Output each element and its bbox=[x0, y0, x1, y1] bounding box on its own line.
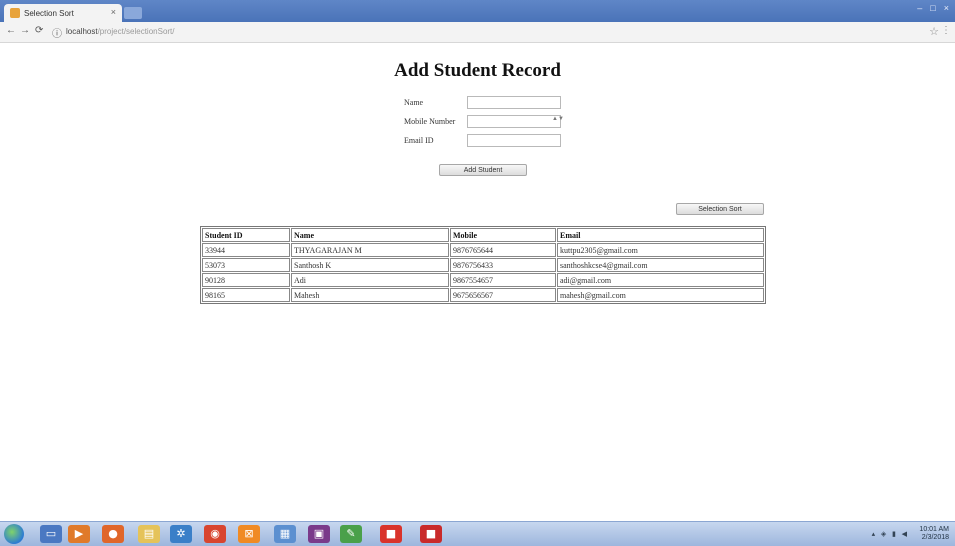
cell-email: mahesh@gmail.com bbox=[557, 288, 764, 302]
cell-student-id: 53073 bbox=[202, 258, 290, 272]
address-bar[interactable]: localhost/project/selectionSort/ bbox=[66, 25, 916, 39]
new-tab-button[interactable] bbox=[124, 7, 142, 19]
site-info-icon[interactable]: ⓘ bbox=[52, 25, 62, 40]
close-window-icon[interactable]: × bbox=[944, 3, 949, 13]
taskbar: ▭ ▶ ● ▤ ✲ ◉ ⊠ ▦ ▣ ✎ ■ ■ ▴ ◈ ▮ ◀ 10:01 AM 2/3/2018 bbox=[0, 521, 955, 546]
folder-icon[interactable]: ▤ bbox=[138, 525, 160, 543]
cell-student-id: 90128 bbox=[202, 273, 290, 287]
paint-icon[interactable]: ✎ bbox=[340, 525, 362, 543]
table-row: 33944 THYAGARAJAN M 9876765644 kuttpu230… bbox=[202, 243, 764, 257]
explorer-icon[interactable]: ▭ bbox=[40, 525, 62, 543]
clock[interactable]: 10:01 AM 2/3/2018 bbox=[919, 526, 949, 542]
reload-icon[interactable]: ⟳ bbox=[35, 25, 43, 36]
clock-time: 10:01 AM bbox=[919, 526, 949, 533]
clock-date: 2/3/2018 bbox=[921, 534, 949, 541]
browser-titlebar: Selection Sort × – □ × bbox=[0, 0, 955, 22]
header-email: Email bbox=[557, 228, 764, 242]
name-label: Name bbox=[404, 98, 424, 107]
mobile-input[interactable] bbox=[467, 115, 561, 128]
browser-tab[interactable]: Selection Sort × bbox=[4, 4, 122, 22]
system-tray-icons[interactable]: ▴ ◈ ▮ ◀ bbox=[872, 530, 909, 538]
browser-menu-icon[interactable]: ⋮ bbox=[941, 25, 951, 36]
network-icon[interactable]: ✲ bbox=[170, 525, 192, 543]
name-input[interactable] bbox=[467, 96, 561, 109]
cell-student-id: 98165 bbox=[202, 288, 290, 302]
cell-name: Mahesh bbox=[291, 288, 449, 302]
student-records-table: Student ID Name Mobile Email 33944 THYAG… bbox=[200, 226, 766, 304]
email-input[interactable] bbox=[467, 134, 561, 147]
winrar-icon[interactable]: ▣ bbox=[308, 525, 330, 543]
table-row: 53073 Santhosh K 9876756433 santhoshkcse… bbox=[202, 258, 764, 272]
selection-sort-button[interactable]: Selection Sort bbox=[676, 203, 764, 215]
forward-icon[interactable]: → bbox=[20, 25, 30, 36]
cell-mobile: 9867554657 bbox=[450, 273, 556, 287]
chrome-icon[interactable]: ◉ bbox=[204, 525, 226, 543]
tab-title: Selection Sort bbox=[24, 8, 74, 18]
table-row: 98165 Mahesh 9675656567 mahesh@gmail.com bbox=[202, 288, 764, 302]
xampp-icon[interactable]: ⊠ bbox=[238, 525, 260, 543]
page-favicon-icon bbox=[10, 8, 20, 18]
window-controls: – □ × bbox=[917, 3, 949, 13]
table-header-row: Student ID Name Mobile Email bbox=[202, 228, 764, 242]
bookmark-star-icon[interactable]: ☆ bbox=[929, 25, 939, 38]
app-red-icon[interactable]: ■ bbox=[380, 525, 402, 543]
app-red2-icon[interactable]: ■ bbox=[420, 525, 442, 543]
page-title: Add Student Record bbox=[394, 60, 561, 81]
header-student-id: Student ID bbox=[202, 228, 290, 242]
add-student-button[interactable]: Add Student bbox=[439, 164, 527, 176]
minimize-icon[interactable]: – bbox=[917, 3, 922, 13]
cell-email: adi@gmail.com bbox=[557, 273, 764, 287]
browser-toolbar: ← → ⟳ ⓘ localhost/project/selectionSort/… bbox=[0, 22, 955, 43]
cell-mobile: 9876756433 bbox=[450, 258, 556, 272]
cell-mobile: 9876765644 bbox=[450, 243, 556, 257]
firefox-icon[interactable]: ● bbox=[102, 525, 124, 543]
header-mobile: Mobile bbox=[450, 228, 556, 242]
url-host: localhost bbox=[66, 27, 98, 36]
cell-name: Santhosh K bbox=[291, 258, 449, 272]
email-label: Email ID bbox=[404, 136, 434, 145]
cell-name: Adi bbox=[291, 273, 449, 287]
cell-name: THYAGARAJAN M bbox=[291, 243, 449, 257]
media-player-icon[interactable]: ▶ bbox=[68, 525, 90, 543]
start-button[interactable] bbox=[4, 524, 24, 544]
email-row: Email ID bbox=[404, 136, 434, 145]
cell-student-id: 33944 bbox=[202, 243, 290, 257]
cell-email: santhoshkcse4@gmail.com bbox=[557, 258, 764, 272]
back-icon[interactable]: ← bbox=[6, 25, 16, 36]
mobile-label: Mobile Number bbox=[404, 117, 456, 126]
mobile-row: Mobile Number bbox=[404, 117, 455, 126]
cell-mobile: 9675656567 bbox=[450, 288, 556, 302]
cell-email: kuttpu2305@gmail.com bbox=[557, 243, 764, 257]
table-row: 90128 Adi 9867554657 adi@gmail.com bbox=[202, 273, 764, 287]
notepad-icon[interactable]: ▦ bbox=[274, 525, 296, 543]
tab-close-icon[interactable]: × bbox=[111, 7, 116, 17]
mobile-spinner-icon[interactable]: ▲▼ bbox=[552, 116, 564, 128]
header-name: Name bbox=[291, 228, 449, 242]
maximize-icon[interactable]: □ bbox=[930, 3, 935, 13]
name-row: Name bbox=[404, 98, 423, 107]
url-path: /project/selectionSort/ bbox=[97, 27, 175, 36]
